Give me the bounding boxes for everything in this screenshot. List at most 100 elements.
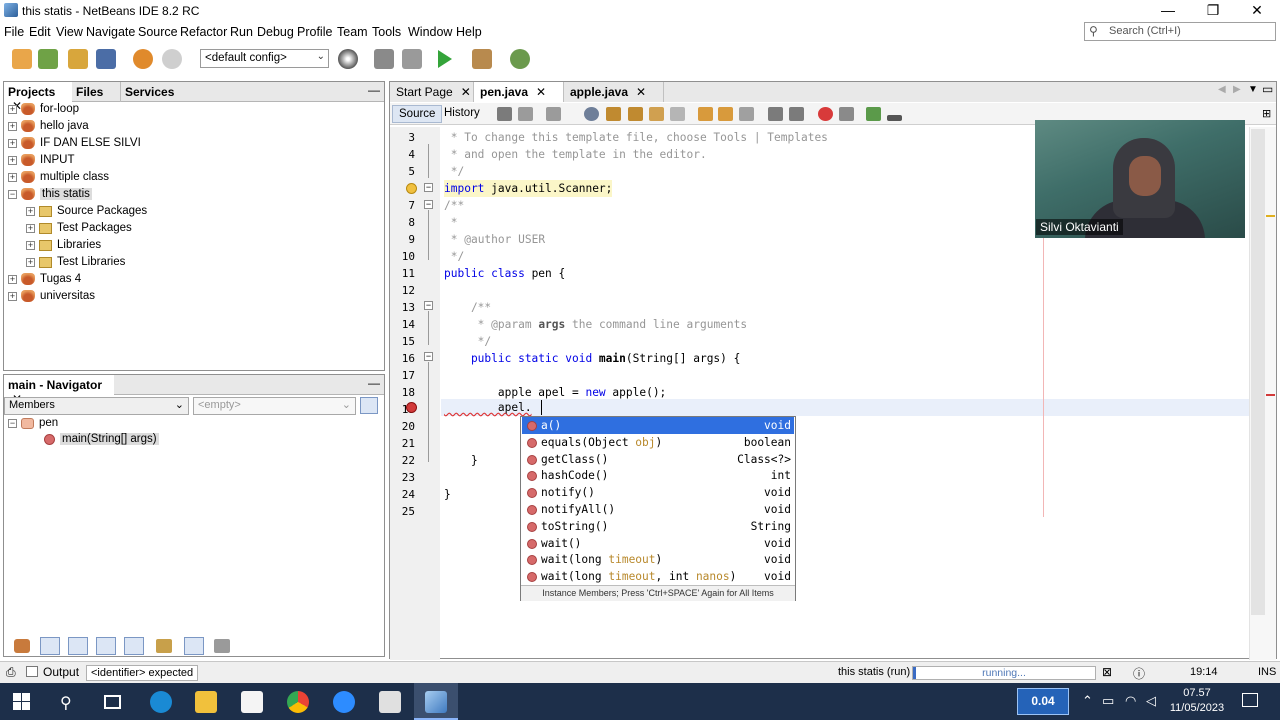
save-all-icon[interactable] <box>96 49 116 69</box>
close-icon[interactable]: ✕ <box>536 85 546 99</box>
fold-toggle[interactable]: − <box>424 352 433 361</box>
menu-run[interactable]: Run <box>230 25 253 39</box>
uncomment-icon[interactable] <box>887 115 902 121</box>
project-item[interactable]: + hello java <box>8 120 89 137</box>
filter-icon[interactable] <box>360 397 378 414</box>
completion-item[interactable]: a() void <box>522 417 794 434</box>
minimize-panel-icon[interactable]: — <box>368 83 380 97</box>
menu-profile[interactable]: Profile <box>297 25 332 39</box>
show-static-icon[interactable] <box>68 637 88 655</box>
chrome-icon[interactable] <box>287 691 309 713</box>
code-line-5[interactable]: */ <box>444 163 464 180</box>
expand-icon[interactable]: + <box>26 240 35 250</box>
sort-by-source-icon[interactable] <box>156 639 172 653</box>
network-speed-widget[interactable]: 0.04 <box>1017 688 1069 715</box>
expand-icon[interactable]: + <box>8 138 17 148</box>
expand-icon[interactable]: + <box>8 274 17 284</box>
show-inherited-icon[interactable] <box>14 639 30 653</box>
run-icon[interactable] <box>438 50 452 68</box>
find-previous-icon[interactable] <box>606 107 621 121</box>
project-item[interactable]: + Tugas 4 <box>8 273 81 290</box>
back-icon[interactable] <box>518 107 533 121</box>
task-view-icon[interactable] <box>104 695 121 709</box>
completion-item[interactable]: notifyAll() void <box>522 501 794 518</box>
project-item[interactable]: + multiple class <box>8 171 109 188</box>
previous-bookmark-icon[interactable] <box>698 107 713 121</box>
code-line-10[interactable]: */ <box>444 248 464 265</box>
close-icon[interactable]: ✕ <box>636 85 646 99</box>
project-item[interactable]: + for-loop <box>8 103 79 120</box>
new-file-icon[interactable] <box>12 49 32 69</box>
comment-icon[interactable] <box>866 107 881 121</box>
menu-window[interactable]: Window <box>408 25 452 39</box>
code-line-14[interactable]: * @param args the command line arguments <box>444 316 747 333</box>
completion-item[interactable]: equals(Object obj) boolean <box>522 434 794 451</box>
completion-item[interactable]: wait(long timeout, int nanos) void <box>522 568 794 585</box>
expand-icon[interactable]: + <box>8 172 17 182</box>
tab-apple-java[interactable]: apple.java ✕ <box>564 82 664 102</box>
config-dropdown[interactable]: <default config> ⌄ <box>200 49 329 68</box>
find-next-icon[interactable] <box>628 107 643 121</box>
expand-icon[interactable]: + <box>8 155 17 165</box>
maximize-editor-icon[interactable]: ▭ <box>1262 82 1273 96</box>
new-project-icon[interactable] <box>38 49 58 69</box>
netbeans-taskbar-item[interactable] <box>414 683 458 720</box>
code-line-7[interactable]: /** <box>444 197 464 214</box>
hint-bulb-icon[interactable] <box>406 183 417 194</box>
close-icon[interactable]: ✕ <box>461 85 471 99</box>
menu-debug[interactable]: Debug <box>257 25 294 39</box>
volume-icon[interactable]: ◁ <box>1146 693 1156 709</box>
debug-icon[interactable] <box>472 49 492 69</box>
completion-item[interactable]: getClass() Class<?> <box>522 451 794 468</box>
tab-files[interactable]: Files <box>72 82 120 102</box>
cancel-task-icon[interactable]: ⊠ <box>1102 665 1112 679</box>
project-item[interactable]: − this statis <box>8 188 92 205</box>
forward-icon[interactable] <box>546 107 561 121</box>
maximize-button[interactable]: ❐ <box>1203 2 1223 20</box>
completion-item[interactable]: hashCode() int <box>522 467 794 484</box>
history-tab[interactable]: History <box>438 105 486 123</box>
completion-item[interactable]: toString() String <box>522 518 794 535</box>
close-window-button[interactable]: ✕ <box>1247 2 1267 20</box>
edge-icon[interactable] <box>150 691 172 713</box>
show-fields-icon[interactable] <box>40 637 60 655</box>
code-line-11[interactable]: public class pen { <box>444 265 565 282</box>
code-line-6[interactable]: import java.util.Scanner; <box>444 180 613 197</box>
project-item[interactable]: + INPUT <box>8 154 75 171</box>
show-innerclass-icon[interactable] <box>124 637 144 655</box>
menu-source[interactable]: Source <box>138 25 178 39</box>
tab-services[interactable]: Services <box>120 82 184 102</box>
expand-icon[interactable]: + <box>26 223 35 233</box>
menu-file[interactable]: File <box>4 25 24 39</box>
build-hammer-icon[interactable] <box>374 49 394 69</box>
tab-pen-java[interactable]: pen.java ✕ <box>474 82 564 102</box>
code-line-8[interactable]: * <box>444 214 458 231</box>
globe-icon[interactable] <box>338 49 358 69</box>
video-editor-icon[interactable] <box>379 691 401 713</box>
expand-icon[interactable]: + <box>8 121 17 131</box>
expand-icon[interactable]: + <box>8 104 17 114</box>
code-line-13[interactable]: /** <box>444 299 491 316</box>
wifi-icon[interactable]: ◠ <box>1125 693 1136 709</box>
show-nonpublic-icon[interactable] <box>96 637 116 655</box>
file-explorer-icon[interactable] <box>195 691 217 713</box>
minimize-panel-icon[interactable]: — <box>368 376 380 390</box>
project-folder-item[interactable]: + Test Libraries <box>26 256 125 273</box>
project-item[interactable]: + IF DAN ELSE SILVI <box>8 137 141 154</box>
toggle-bookmark-icon[interactable] <box>739 107 754 121</box>
project-item[interactable]: + universitas <box>8 290 95 307</box>
store-icon[interactable] <box>241 691 263 713</box>
menu-refactor[interactable]: Refactor <box>180 25 227 39</box>
show-opened-documents-icon[interactable]: ▼ <box>1248 84 1258 95</box>
expand-icon[interactable]: + <box>8 291 17 301</box>
chevron-up-icon[interactable]: ⌃ <box>1082 693 1093 709</box>
toggle-highlight-icon[interactable] <box>649 107 664 121</box>
fqn-icon[interactable] <box>214 639 230 653</box>
tab-projects[interactable]: Projects ✕ <box>4 82 72 113</box>
tab-start-page[interactable]: Start Page ✕ <box>390 82 474 102</box>
notifications-icon[interactable]: ⓘ <box>1133 665 1145 682</box>
source-tab[interactable]: Source <box>392 105 443 123</box>
tab-navigator[interactable]: main - Navigator ✕ <box>4 375 114 406</box>
battery-icon[interactable]: ▭ <box>1102 693 1114 709</box>
scroll-tabs-right-icon[interactable]: ▶ <box>1233 84 1241 95</box>
